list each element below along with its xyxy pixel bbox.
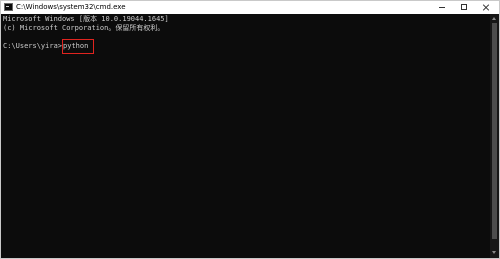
window-title: C:\Windows\system32\cmd.exe [16, 3, 126, 11]
maximize-button[interactable] [453, 1, 475, 14]
close-button[interactable] [475, 1, 497, 14]
console-output[interactable]: Microsoft Windows [版本 10.0.19044.1645] (… [1, 14, 490, 258]
command-line: C:\Users\yira>python [3, 39, 95, 54]
scroll-up-arrow-icon[interactable] [492, 17, 496, 20]
title-bar[interactable]: C:\Windows\system32\cmd.exe [1, 1, 499, 14]
minimize-button[interactable] [431, 1, 453, 14]
cmd-window: C:\Windows\system32\cmd.exe Microsoft Wi… [0, 0, 500, 259]
prompt-text: C:\Users\yira> [3, 42, 63, 50]
cmd-icon [4, 3, 13, 11]
scroll-thumb[interactable] [492, 23, 497, 239]
typed-command[interactable]: python [62, 39, 95, 54]
banner-copyright-line: (c) Microsoft Corporation。保留所有权利。 [3, 24, 165, 32]
vertical-scrollbar[interactable] [490, 14, 499, 258]
banner-version-line: Microsoft Windows [版本 10.0.19044.1645] [3, 15, 169, 23]
scroll-down-arrow-icon[interactable] [492, 251, 496, 254]
